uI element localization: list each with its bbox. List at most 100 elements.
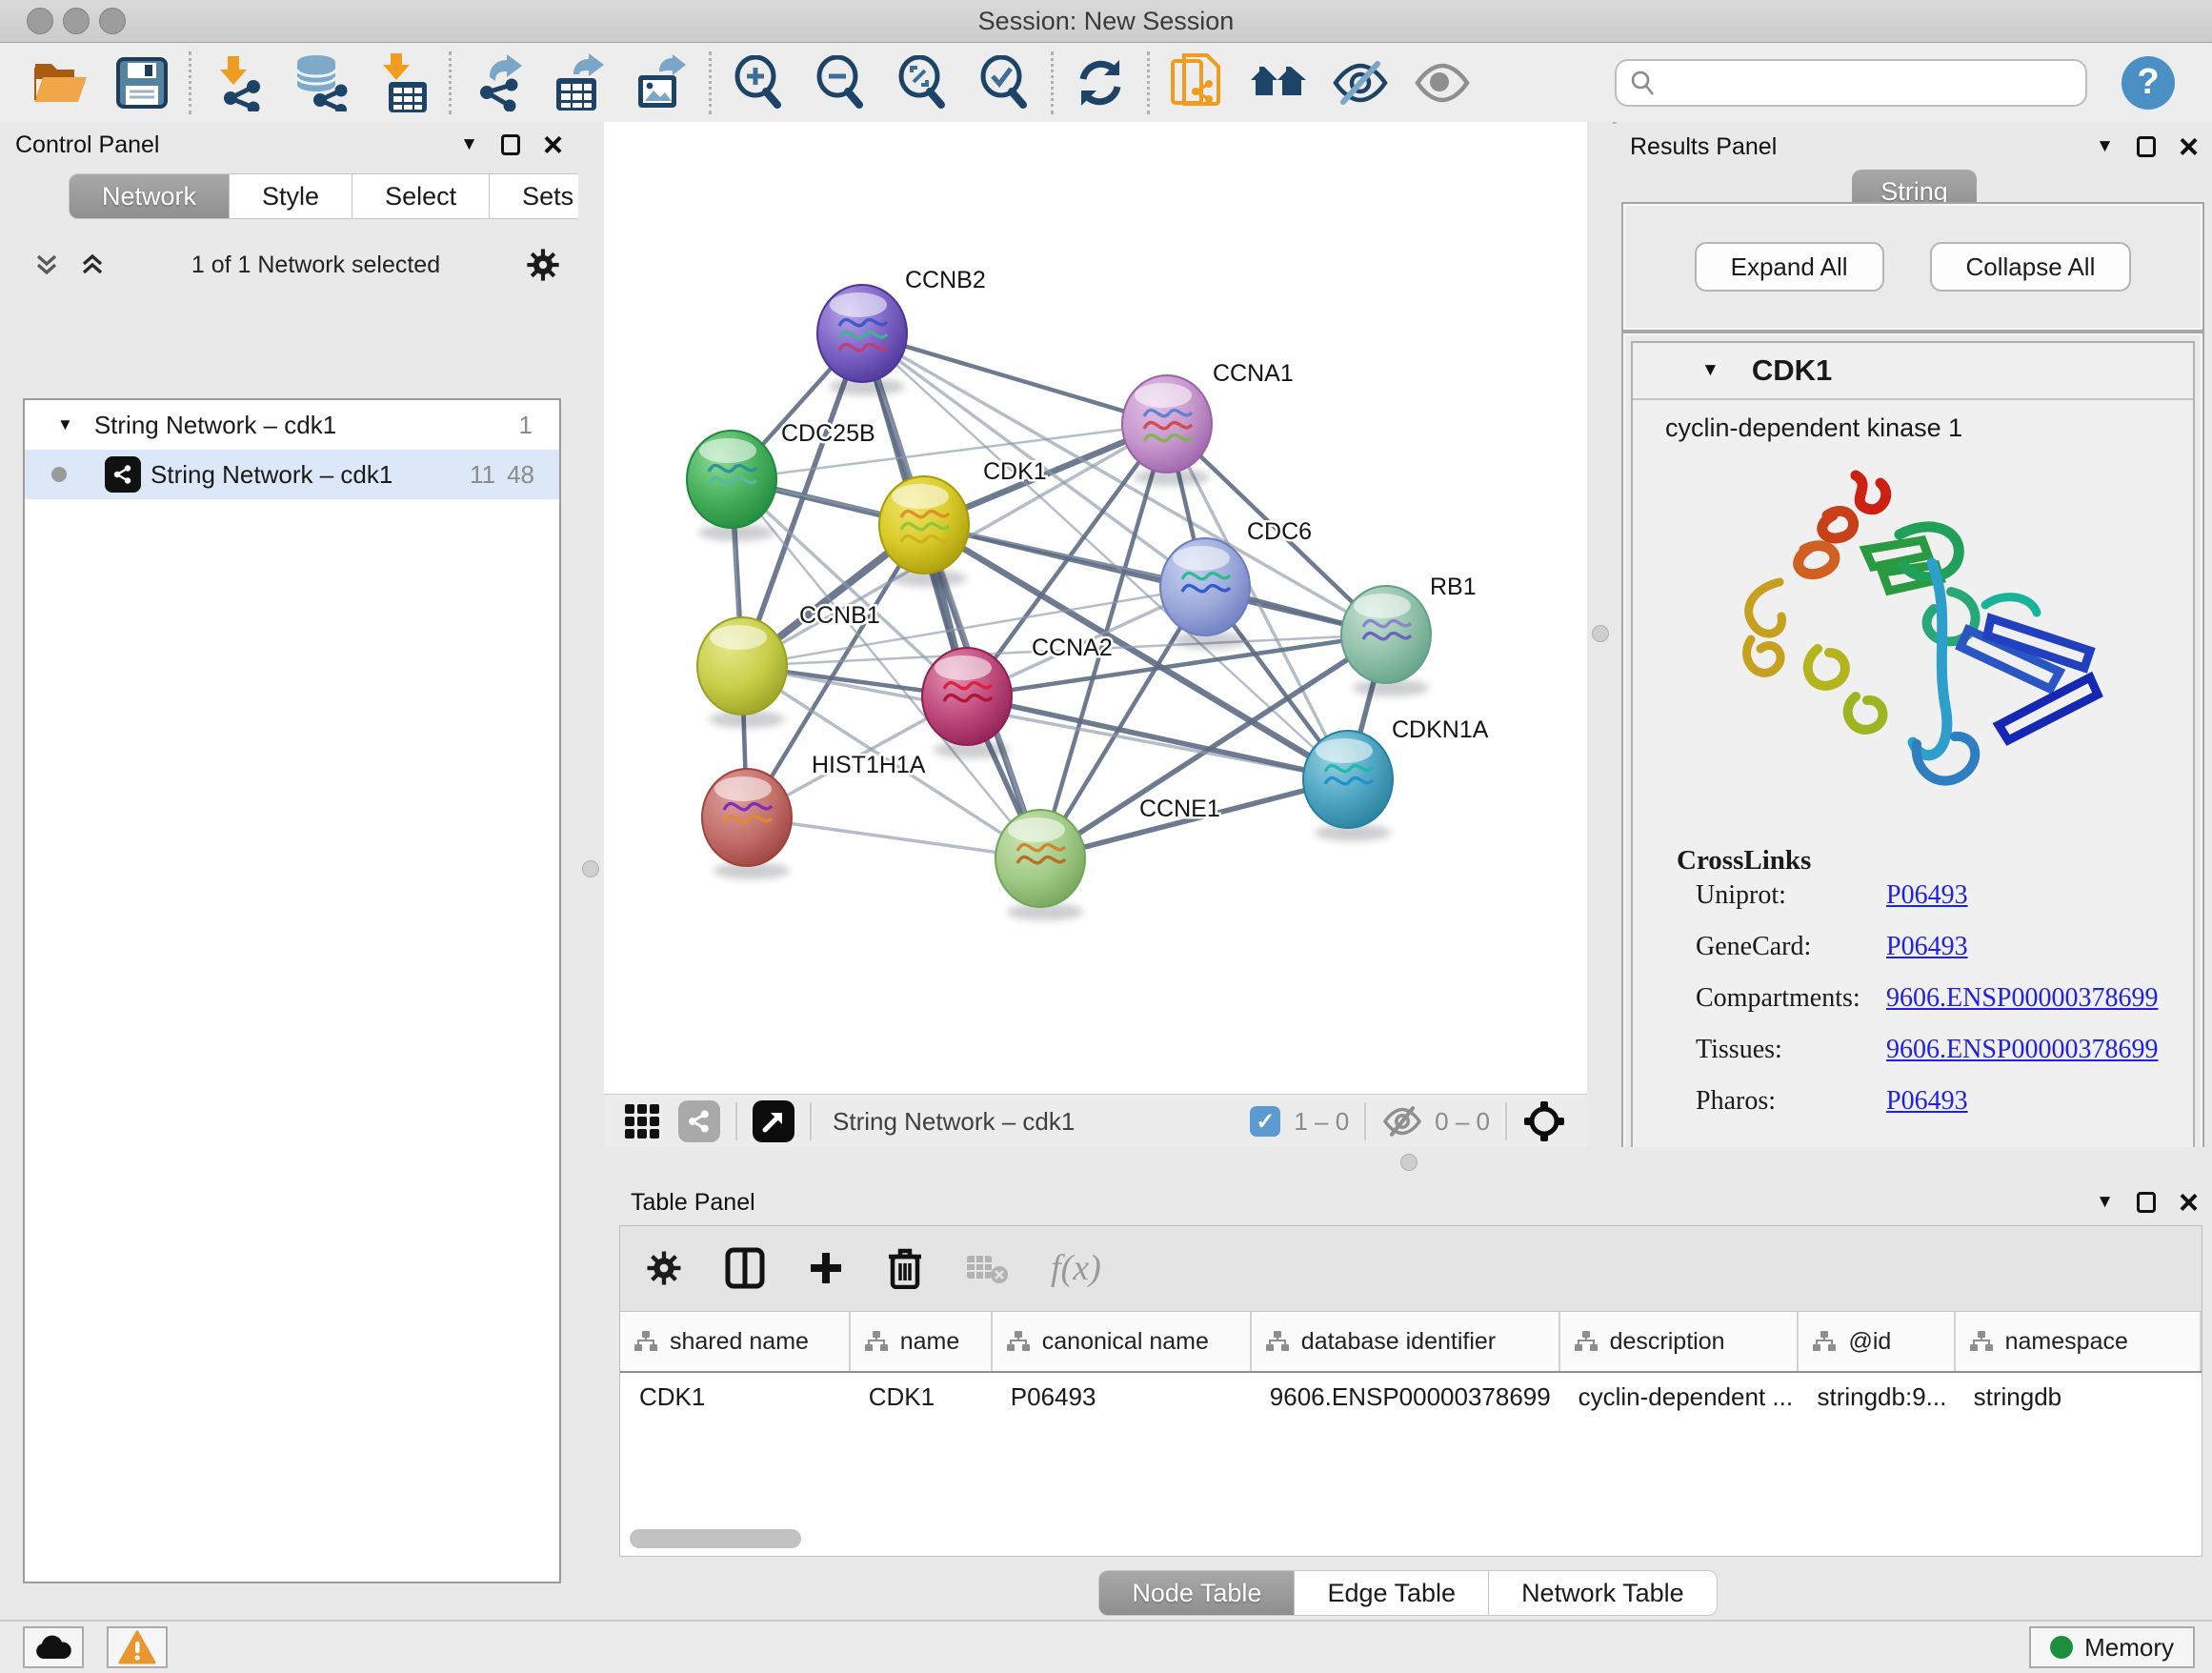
splitter-handle-icon[interactable] (1400, 1154, 1418, 1171)
column-header-database-identifier[interactable]: database identifier (1251, 1312, 1559, 1372)
network-node-rb1[interactable] (1341, 586, 1431, 683)
network-node-hist1h1a[interactable] (702, 769, 792, 866)
collapse-all-icon[interactable] (32, 251, 61, 279)
export-network-button[interactable] (457, 52, 539, 113)
panel-float-icon[interactable] (2137, 1192, 2156, 1213)
expand-all-button[interactable]: Expand All (1695, 242, 1884, 292)
refresh-layout-button[interactable] (1059, 52, 1141, 113)
crosslink-link[interactable]: 9606.ENSP00000378699 (1886, 983, 2158, 1014)
panel-close-icon[interactable]: × (2179, 1193, 2199, 1212)
right-splitter[interactable] (1587, 122, 1613, 1174)
column-header--id[interactable]: @id (1798, 1312, 1954, 1372)
panel-float-icon[interactable] (2137, 136, 2156, 157)
hidden-eye-slash-icon[interactable] (1381, 1104, 1423, 1139)
table-cell[interactable]: CDK1 (850, 1372, 992, 1412)
panel-menu-icon[interactable]: ▼ (2096, 1192, 2114, 1213)
memory-button[interactable]: Memory (2029, 1626, 2195, 1668)
horizontal-scrollbar-thumb[interactable] (630, 1529, 801, 1548)
table-cell[interactable]: stringdb (1955, 1372, 2201, 1412)
save-session-button[interactable] (101, 52, 183, 113)
open-session-button[interactable] (19, 52, 101, 113)
table-row[interactable]: CDK1CDK1P064939606.ENSP00000378699cyclin… (620, 1372, 2201, 1412)
maximize-window-button[interactable] (99, 8, 126, 34)
network-node-cdkn1a[interactable] (1303, 731, 1393, 828)
gear-icon[interactable] (525, 247, 561, 283)
clone-network-button[interactable] (1156, 52, 1237, 113)
network-tree-row[interactable]: String Network – cdk1 11 48 (25, 450, 559, 499)
export-table-button[interactable] (539, 52, 621, 113)
panel-float-icon[interactable] (501, 134, 520, 155)
grid-view-icon[interactable] (623, 1102, 661, 1140)
network-node-cdc6[interactable] (1160, 538, 1250, 635)
import-network-database-button[interactable] (279, 52, 361, 113)
zoom-fit-button[interactable] (881, 52, 963, 113)
tab-node-table[interactable]: Node Table (1098, 1570, 1295, 1616)
tree-expand-icon[interactable]: ▼ (57, 415, 73, 434)
crosslink-link[interactable]: P06493 (1886, 880, 1968, 911)
horizontal-splitter[interactable] (604, 1147, 2212, 1178)
crosslink-link[interactable]: P06493 (1886, 932, 1968, 962)
collapse-card-icon[interactable]: ▼ (1701, 360, 1719, 381)
export-image-button[interactable] (621, 52, 703, 113)
zoom-selected-button[interactable] (963, 52, 1045, 113)
close-window-button[interactable] (27, 8, 53, 34)
table-cell[interactable]: P06493 (992, 1372, 1251, 1412)
protein-card-header[interactable]: ▼ CDK1 (1633, 343, 2193, 400)
node-table[interactable]: shared namenamecanonical namedatabase id… (620, 1311, 2202, 1556)
table-cell[interactable]: 9606.ENSP00000378699 (1251, 1372, 1559, 1412)
network-node-cdk1[interactable] (879, 476, 969, 574)
delete-column-trash-icon[interactable] (887, 1247, 923, 1289)
zoom-in-button[interactable] (717, 52, 799, 113)
panel-close-icon[interactable]: × (2179, 137, 2199, 156)
warnings-button[interactable] (107, 1626, 168, 1668)
network-canvas[interactable]: CCNB2CCNA1CDC25BCDK1CDC6RB1CCNB1CCNA2CDK… (604, 122, 1587, 1095)
network-tree-root-row[interactable]: ▼ String Network – cdk1 1 (25, 400, 559, 450)
table-cell[interactable]: stringdb:9... (1798, 1372, 1954, 1412)
import-network-file-button[interactable] (197, 52, 279, 113)
minimize-window-button[interactable] (63, 8, 90, 34)
home-button[interactable] (1237, 52, 1319, 113)
network-node-ccna2[interactable] (922, 648, 1012, 745)
add-column-icon[interactable] (807, 1249, 845, 1287)
splitter-handle-icon[interactable] (1592, 625, 1609, 642)
show-all-button[interactable] (1401, 52, 1483, 113)
expand-all-icon[interactable] (78, 251, 107, 279)
tab-network-table[interactable]: Network Table (1489, 1570, 1718, 1616)
zoom-out-button[interactable] (799, 52, 881, 113)
help-button[interactable]: ? (2122, 56, 2175, 110)
panel-menu-icon[interactable]: ▼ (460, 134, 478, 155)
collapse-all-button[interactable]: Collapse All (1930, 242, 2132, 292)
column-header-name[interactable]: name (850, 1312, 992, 1372)
search-input[interactable] (1662, 68, 2072, 97)
detach-view-button[interactable] (753, 1100, 794, 1142)
network-share-view-icon[interactable] (678, 1100, 720, 1142)
crosslink-link[interactable]: P06493 (1886, 1086, 1968, 1117)
column-header-shared-name[interactable]: shared name (620, 1312, 850, 1372)
network-node-ccnb2[interactable] (817, 285, 907, 382)
hide-selected-button[interactable] (1319, 52, 1401, 113)
tab-network[interactable]: Network (69, 173, 230, 219)
tab-edge-table[interactable]: Edge Table (1295, 1570, 1489, 1616)
column-header-description[interactable]: description (1559, 1312, 1799, 1372)
panel-close-icon[interactable]: × (543, 135, 563, 154)
app-store-button[interactable] (23, 1626, 84, 1668)
show-columns-icon[interactable] (725, 1247, 765, 1289)
network-node-ccne1[interactable] (995, 810, 1085, 907)
tab-style[interactable]: Style (230, 173, 352, 219)
selected-checkbox-icon[interactable]: ✓ (1250, 1106, 1280, 1137)
left-splitter[interactable] (578, 122, 604, 1620)
table-cell[interactable]: CDK1 (620, 1372, 850, 1412)
column-header-canonical-name[interactable]: canonical name (992, 1312, 1251, 1372)
table-cell[interactable]: cyclin-dependent ... (1559, 1372, 1799, 1412)
network-node-cdc25b[interactable] (687, 431, 776, 528)
tab-select[interactable]: Select (352, 173, 490, 219)
table-settings-gear-icon[interactable] (645, 1249, 683, 1287)
panel-menu-icon[interactable]: ▼ (2096, 136, 2114, 157)
birds-eye-crosshair-icon[interactable] (1522, 1099, 1566, 1143)
column-header-namespace[interactable]: namespace (1955, 1312, 2201, 1372)
import-table-file-button[interactable] (361, 52, 443, 113)
network-node-ccna1[interactable] (1122, 375, 1212, 473)
toolbar-search[interactable] (1615, 59, 2087, 107)
crosslink-link[interactable]: 9606.ENSP00000378699 (1886, 1035, 2158, 1065)
splitter-handle-icon[interactable] (582, 860, 599, 877)
